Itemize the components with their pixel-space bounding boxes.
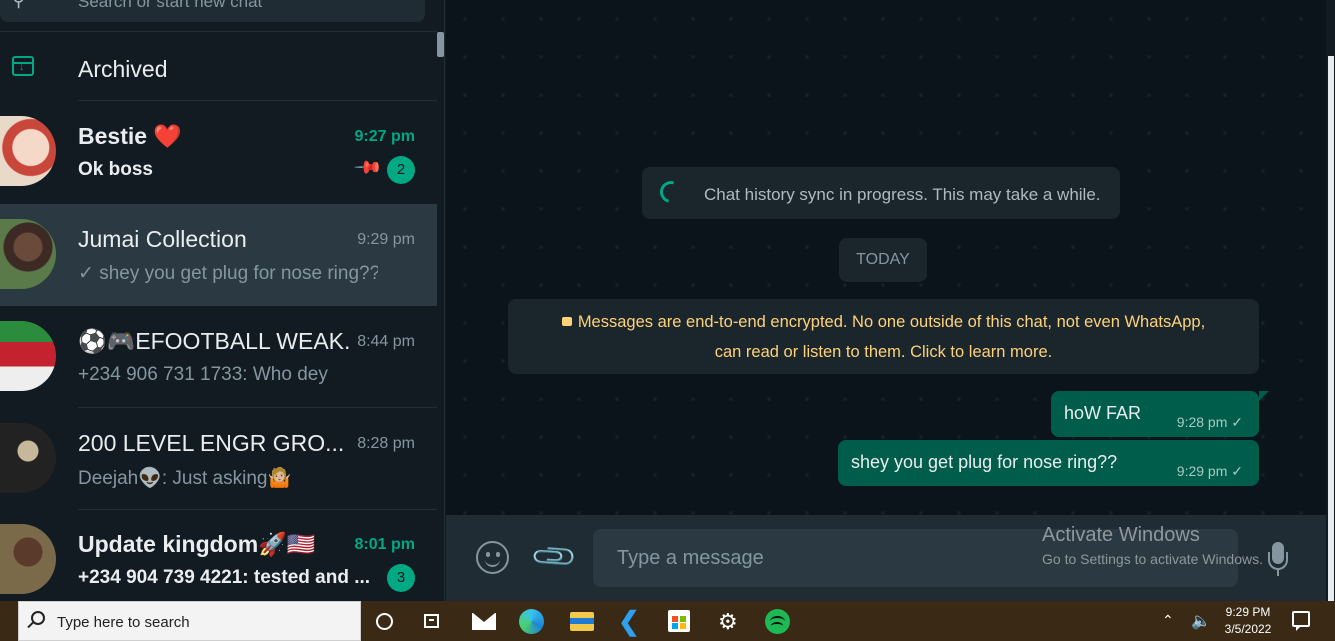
mail-icon[interactable]: [472, 613, 496, 630]
loading-spinner-icon: [655, 176, 687, 208]
avatar: [0, 219, 56, 289]
encryption-text-line1: Messages are end-to-end encrypted. No on…: [577, 313, 1206, 331]
chat-name: Update kingdom🚀🇺🇸: [78, 531, 316, 557]
chat-item-bestie[interactable]: Bestie ❤️ 9:27 pm Ok boss 📌 2: [0, 101, 437, 203]
system-clock[interactable]: 9:29 PM 3/5/2022: [1216, 604, 1280, 638]
windows-taskbar: Type here to search ❮ ⚙ ⌃ 🔈 9:29 PM 3/5/…: [0, 601, 1335, 641]
emoji-icon[interactable]: [476, 541, 509, 574]
encryption-text-line2: can read or listen to them. Click to lea…: [714, 343, 1053, 361]
chat-name: 200 LEVEL ENGR GRO...: [78, 430, 345, 456]
chat-name: Jumai Collection: [78, 226, 247, 252]
archive-icon: [12, 56, 34, 76]
chat-item-update-kingdom[interactable]: Update kingdom🚀🇺🇸 8:01 pm +234 904 739 4…: [0, 509, 437, 601]
chat-preview: +234 906 731 1733: Who dey: [78, 364, 328, 385]
bubble-tail: [1259, 391, 1269, 401]
chat-preview: +234 904 739 4221: tested and ...: [78, 567, 371, 588]
vscode-icon[interactable]: ❮: [618, 608, 642, 634]
chat-preview: Deejah👽: Just asking🤷🏼: [78, 468, 292, 489]
window-scroll-thumb[interactable]: [1328, 56, 1334, 601]
taskbar-search-placeholder: Type here to search: [57, 614, 190, 631]
outgoing-message[interactable]: shey you get plug for nose ring?? 9:29 p…: [838, 440, 1259, 486]
chat-item-jumai-collection[interactable]: Jumai Collection 9:29 pm ✓ shey you get …: [0, 204, 437, 306]
divider: [0, 31, 437, 32]
outgoing-message[interactable]: hoW FAR 9:28 pm ✓: [1051, 391, 1259, 437]
sidebar-scrollbar[interactable]: [437, 32, 444, 601]
chat-preview: ✓ shey you get plug for nose ring??: [78, 263, 378, 284]
edge-browser-icon[interactable]: [519, 609, 544, 634]
unread-badge: 2: [387, 156, 415, 184]
avatar: [0, 116, 56, 186]
chat-preview: Ok boss: [78, 159, 153, 180]
taskbar-search[interactable]: Type here to search: [18, 601, 361, 641]
chat-time: 9:27 pm: [354, 128, 415, 145]
chat-name: Bestie ❤️: [78, 123, 183, 149]
chat-item-efootball[interactable]: ⚽🎮EFOOTBALL WEAK... 8:44 pm +234 906 731…: [0, 306, 437, 408]
file-explorer-icon[interactable]: [570, 612, 594, 631]
watermark-subtitle: Go to Settings to activate Windows.: [1042, 551, 1263, 567]
chat-time: 8:01 pm: [354, 536, 415, 553]
whatsapp-app: ⚲ Search or start new chat Archived Best…: [0, 0, 1335, 601]
message-time: 9:29 pm ✓: [1176, 463, 1243, 479]
sidebar-scroll-thumb[interactable]: [437, 32, 444, 57]
chat-list-sidebar: ⚲ Search or start new chat Archived Best…: [0, 0, 445, 601]
avatar: [0, 321, 56, 391]
cortana-icon[interactable]: [376, 613, 393, 630]
search-icon: ⚲: [12, 0, 26, 10]
mic-arc: [1268, 552, 1288, 570]
pin-icon: 📌: [353, 152, 384, 183]
chat-time: 8:44 pm: [357, 333, 415, 350]
window-scrollbar[interactable]: [1326, 0, 1335, 601]
encryption-notice[interactable]: Messages are end-to-end encrypted. No on…: [508, 299, 1259, 374]
chat-time: 9:29 pm: [357, 231, 415, 248]
volume-icon[interactable]: 🔈: [1191, 611, 1211, 631]
date-divider: TODAY: [839, 238, 927, 282]
archived-row[interactable]: Archived: [0, 40, 437, 100]
mic-stem: [1277, 570, 1279, 576]
microsoft-store-icon[interactable]: [668, 610, 690, 632]
message-time: 9:28 pm ✓: [1176, 414, 1243, 430]
notification-center-icon[interactable]: [1292, 611, 1310, 631]
chat-name: ⚽🎮EFOOTBALL WEAK...: [78, 328, 350, 354]
sync-notice: Chat history sync in progress. This may …: [642, 167, 1120, 219]
watermark-title: Activate Windows: [1042, 524, 1200, 546]
chat-time: 8:28 pm: [357, 435, 415, 452]
clock-date: 3/5/2022: [1224, 622, 1272, 636]
message-placeholder: Type a message: [617, 547, 764, 569]
message-text: shey you get plug for nose ring??: [851, 452, 1118, 472]
sync-text: Chat history sync in progress. This may …: [704, 185, 1101, 204]
avatar: [0, 423, 56, 493]
clock-time: 9:29 PM: [1225, 605, 1271, 619]
settings-gear-icon[interactable]: ⚙: [718, 609, 738, 635]
task-view-icon[interactable]: [424, 614, 439, 628]
search-bar[interactable]: ⚲ Search or start new chat: [0, 0, 425, 22]
message-text: hoW FAR: [1064, 403, 1142, 423]
unread-badge: 3: [387, 564, 415, 592]
chat-item-200-level[interactable]: 200 LEVEL ENGR GRO... 8:28 pm Deejah👽: J…: [0, 408, 437, 510]
avatar: [0, 524, 56, 594]
archived-label: Archived: [78, 56, 168, 82]
search-icon: [31, 611, 45, 625]
search-input[interactable]: Search or start new chat: [78, 0, 262, 12]
attach-icon[interactable]: 📎: [529, 532, 580, 583]
lock-icon: [561, 317, 572, 326]
microphone-icon[interactable]: [1268, 542, 1288, 588]
spotify-icon[interactable]: [765, 609, 790, 634]
chevron-up-icon[interactable]: ⌃: [1162, 612, 1174, 629]
activate-windows-watermark: Activate Windows Go to Settings to activ…: [1042, 524, 1263, 567]
